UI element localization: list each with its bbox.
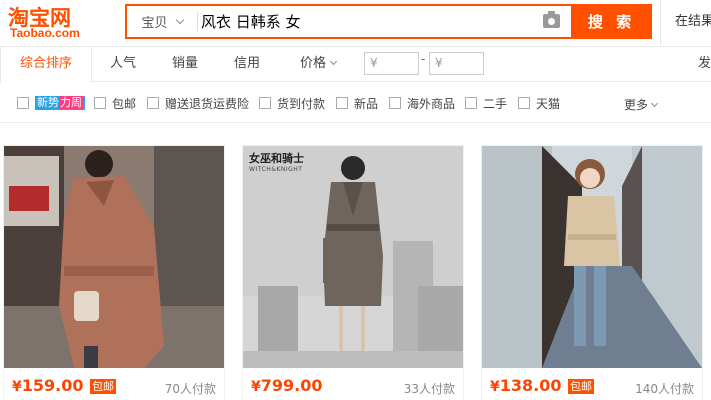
product-price: ¥799.00: [251, 376, 323, 395]
product-image[interactable]: [4, 146, 224, 368]
taobao-logo[interactable]: 淘宝网 Taobao.com: [8, 2, 108, 42]
filter-label: 包邮: [112, 96, 137, 111]
product-price: ¥159.00: [12, 376, 84, 395]
filter-new-power-week[interactable]: 新势力周: [17, 96, 85, 110]
free-shipping-badge: 包邮: [568, 379, 594, 394]
sort-sales[interactable]: 销量: [154, 47, 216, 81]
filter-label: 货到付款: [277, 96, 326, 111]
search-button[interactable]: 搜 索: [571, 4, 652, 39]
search-in-results-link[interactable]: 在结果: [660, 0, 711, 45]
filter-label: 二手: [483, 96, 508, 111]
filter-second-hand[interactable]: 二手: [465, 96, 508, 111]
header: 淘宝网 Taobao.com 宝贝 搜 索 在结果: [0, 0, 711, 45]
search-box: 宝贝 搜 索: [125, 4, 652, 39]
search-type-label: 宝贝: [141, 16, 168, 31]
sort-credit[interactable]: 信用: [216, 47, 278, 81]
filter-return-insurance[interactable]: 赠送退货运费险: [147, 96, 250, 111]
checkbox[interactable]: [465, 97, 477, 109]
checkbox[interactable]: [518, 97, 530, 109]
product-sales-count: 33人付款: [403, 382, 455, 396]
sort-price[interactable]: 价格: [286, 47, 350, 81]
sort-price-label: 价格: [299, 56, 326, 71]
product-card[interactable]: ¥159.00 包邮 70人付款: [3, 145, 225, 400]
filter-free-shipping[interactable]: 包邮: [94, 96, 137, 111]
filter-label: 海外商品: [407, 96, 456, 111]
checkbox[interactable]: [389, 97, 401, 109]
chevron-down-icon: [329, 57, 338, 66]
sort-comprehensive[interactable]: 综合排序: [0, 47, 92, 84]
chevron-down-icon: [175, 15, 184, 24]
checkbox[interactable]: [336, 97, 348, 109]
sort-bar: 综合排序 人气 销量 信用 价格 ¥ - ¥ 发: [0, 46, 711, 84]
more-label: 更多: [624, 98, 649, 112]
product-price: ¥138.00: [490, 376, 562, 395]
product-card[interactable]: ¥138.00 包邮 140人付款: [481, 145, 703, 400]
filter-label: 天猫: [536, 96, 561, 111]
checkbox[interactable]: [94, 97, 106, 109]
product-image[interactable]: [243, 146, 463, 368]
filter-label: 赠送退货运费险: [165, 96, 250, 111]
price-max-input[interactable]: ¥: [429, 52, 484, 75]
filter-cash-on-delivery[interactable]: 货到付款: [259, 96, 326, 111]
more-filters-button[interactable]: 更多: [624, 96, 659, 113]
product-sales-count: 70人付款: [164, 382, 216, 396]
brand-logo: 女巫和骑士 WITCH&KNIGHT: [249, 152, 304, 173]
price-min-input[interactable]: ¥: [364, 52, 419, 75]
filter-label: 新品: [354, 96, 379, 111]
sort-popularity[interactable]: 人气: [92, 47, 154, 81]
filter-bar: 新势力周 包邮 赠送退货运费险 货到付款 新品 海外商品 二手 天猫 更多: [0, 83, 711, 123]
chevron-down-icon: [650, 99, 659, 108]
product-card[interactable]: 女巫和骑士 WITCH&KNIGHT ¥799.00 33人付款: [242, 145, 464, 400]
new-power-week-tag: 新势力周: [35, 96, 85, 110]
product-image[interactable]: [482, 146, 702, 368]
filter-new-items[interactable]: 新品: [336, 96, 379, 111]
logo-english: Taobao.com: [10, 26, 80, 40]
search-type-dropdown[interactable]: 宝贝: [127, 6, 197, 37]
checkbox[interactable]: [17, 97, 29, 109]
checkbox[interactable]: [147, 97, 159, 109]
checkbox[interactable]: [259, 97, 271, 109]
filter-tmall[interactable]: 天猫: [518, 96, 561, 111]
filter-overseas[interactable]: 海外商品: [389, 96, 456, 111]
price-range-dash: -: [421, 52, 426, 66]
free-shipping-badge: 包邮: [90, 379, 116, 394]
product-sales-count: 140人付款: [635, 382, 694, 396]
delivery-location-link[interactable]: 发: [698, 47, 711, 81]
search-input[interactable]: [199, 6, 559, 37]
taobao-search-page: 淘宝网 Taobao.com 宝贝 搜 索 在结果 综合排序 人气 销量 信用 …: [0, 0, 711, 400]
camera-icon[interactable]: [543, 11, 560, 28]
divider: [197, 12, 198, 31]
